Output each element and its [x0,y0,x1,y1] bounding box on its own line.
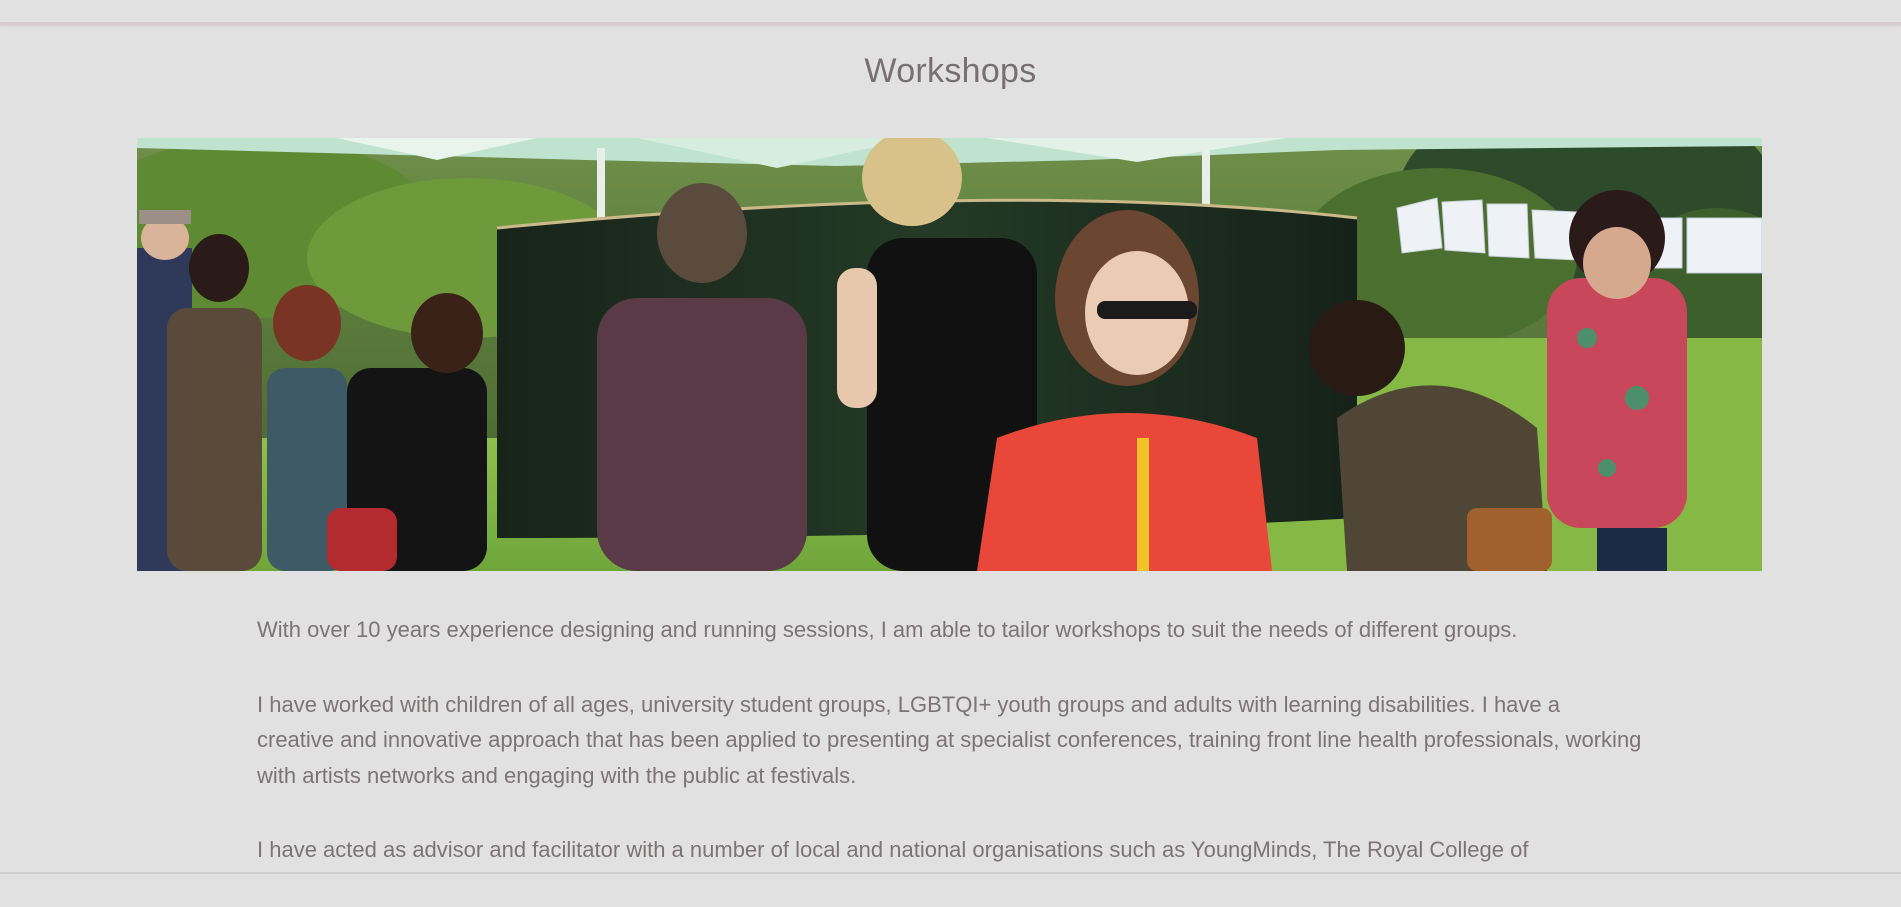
workshops-description: With over 10 years experience designing … [257,612,1642,907]
intro-paragraph: With over 10 years experience designing … [257,617,1518,642]
top-navigation-strip [0,0,1901,25]
experience-paragraph: I have worked with children of all ages,… [257,691,1642,788]
organisations-paragraph: I have acted as advisor and facilitator … [257,837,1529,862]
page-title: Workshops [864,52,1037,90]
hero-photo [137,138,1762,571]
